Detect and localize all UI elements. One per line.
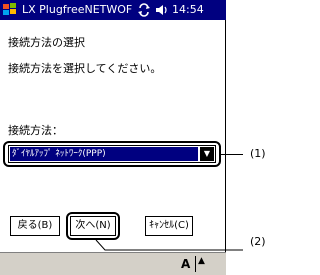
input-mode-indicator[interactable]: A [181,257,190,271]
callout-line-2 [95,239,243,251]
divider [195,256,196,272]
bottom-bar: A ▲ [0,252,226,275]
input-panel-up-icon[interactable]: ▲ [198,256,205,266]
callout-label-2: (2) [250,235,266,248]
